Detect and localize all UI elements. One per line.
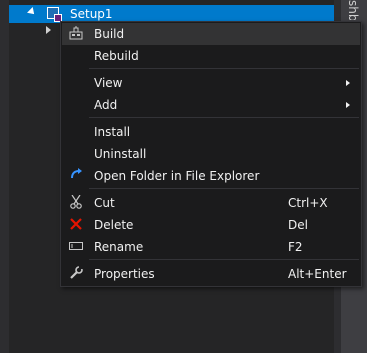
menu-item-label: Uninstall [94, 147, 147, 161]
build-icon [68, 26, 84, 42]
menu-item-properties[interactable]: Properties Alt+Enter [62, 263, 360, 285]
menu-separator [89, 68, 359, 69]
menu-item-delete[interactable]: Delete Del [62, 214, 360, 236]
menu-item-rebuild[interactable]: Rebuild [62, 45, 360, 67]
menu-item-label: Properties [94, 267, 155, 281]
menu-item-rename[interactable]: Rename F2 [62, 236, 360, 258]
setup-project-icon [47, 7, 62, 22]
menu-separator [89, 188, 359, 189]
menu-separator [89, 259, 359, 260]
menu-item-label: Open Folder in File Explorer [94, 169, 260, 183]
menu-item-shortcut: F2 [288, 240, 303, 254]
menu-item-label: Build [94, 27, 125, 41]
menu-item-build[interactable]: Build [62, 23, 360, 45]
scissors-icon [68, 194, 84, 211]
expand-arrow-icon[interactable] [46, 26, 51, 34]
submenu-arrow-icon [346, 102, 350, 108]
menu-item-view[interactable]: View [62, 72, 360, 94]
menu-item-label: Install [94, 125, 131, 139]
menu-item-uninstall[interactable]: Uninstall [62, 143, 360, 165]
right-tool-tab-label[interactable]: shb [343, 0, 363, 20]
menu-item-open-folder[interactable]: Open Folder in File Explorer [62, 165, 360, 187]
menu-item-shortcut: Ctrl+X [288, 196, 328, 210]
menu-item-shortcut: Alt+Enter [288, 267, 347, 281]
menu-item-cut[interactable]: Cut Ctrl+X [62, 192, 360, 214]
menu-item-label: Rebuild [94, 49, 139, 63]
menu-item-add[interactable]: Add [62, 94, 360, 116]
wrench-icon [68, 266, 84, 282]
panel-left-gutter [0, 0, 9, 353]
rename-icon [68, 239, 84, 255]
open-folder-icon [68, 168, 84, 184]
menu-item-install[interactable]: Install [62, 121, 360, 143]
menu-item-label: Delete [94, 218, 134, 232]
submenu-arrow-icon [346, 80, 350, 86]
menu-separator [89, 117, 359, 118]
menu-item-shortcut: Del [288, 218, 308, 232]
menu-item-label: View [94, 76, 123, 90]
menu-item-label: Rename [94, 240, 144, 254]
context-menu: Build Rebuild View Add Install Uninstall [60, 21, 362, 287]
screen-root: shb Setup1 Build Rebuild View Add Instal… [0, 0, 367, 353]
delete-x-icon [68, 217, 84, 233]
menu-item-label: Add [94, 98, 118, 112]
menu-item-label: Cut [94, 196, 115, 210]
